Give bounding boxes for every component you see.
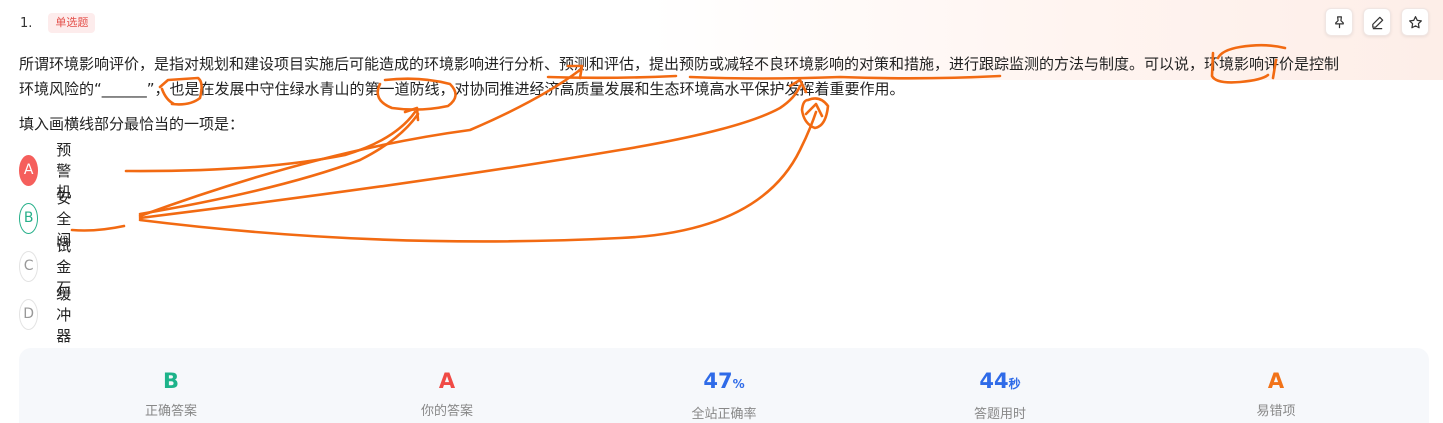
question-prompt: 填入画横线部分最恰当的一项是： xyxy=(19,115,245,133)
your-answer-label: 你的答案 xyxy=(420,404,473,419)
accuracy-value: 47 xyxy=(703,369,733,393)
question-number: 1. xyxy=(20,15,33,31)
accuracy-label: 全站正确率 xyxy=(691,407,757,422)
time-used-value: 44 xyxy=(979,369,1009,393)
option-d-text: 缓冲器 xyxy=(56,284,72,345)
option-b-letter: B xyxy=(19,202,39,234)
option-d[interactable]: D 缓冲器 xyxy=(19,285,83,345)
question-stem: 所谓环境影响评价，是指对规划和建设项目实施后可能造成的环境影响进行分析、预测和评… xyxy=(19,52,1429,102)
favorite-button[interactable] xyxy=(1401,8,1429,36)
option-a-letter: A xyxy=(19,154,39,186)
option-d-letter: D xyxy=(19,298,39,330)
common-wrong-value: A xyxy=(1267,369,1285,393)
edit-icon xyxy=(1371,16,1383,29)
accuracy-unit: % xyxy=(732,377,745,391)
stat-time-used: 44秒 答题用时 xyxy=(880,368,1120,422)
stat-your-answer: A 你的答案 xyxy=(327,368,567,419)
correct-answer-label: 正确答案 xyxy=(144,404,197,419)
edit-note-button[interactable] xyxy=(1363,8,1391,36)
stat-accuracy: 47% 全站正确率 xyxy=(604,368,844,422)
star-icon xyxy=(1408,15,1422,28)
answer-stats-panel: B 正确答案 A 你的答案 47% 全站正确率 44秒 答题用时 A 易错项 xyxy=(19,348,1429,423)
option-c-letter: C xyxy=(19,250,39,282)
stat-correct-answer: B 正确答案 xyxy=(51,368,291,419)
your-answer-value: A xyxy=(438,369,456,393)
question-type-badge: 单选题 xyxy=(48,13,96,33)
time-used-label: 答题用时 xyxy=(973,407,1026,422)
option-c[interactable]: C 试金石 xyxy=(19,237,83,297)
pin-icon xyxy=(1334,15,1344,28)
option-a[interactable]: A 预警机 xyxy=(19,141,83,201)
question-header: 1. 单选题 xyxy=(20,12,96,34)
stat-common-wrong: A 易错项 xyxy=(1156,368,1396,419)
stem-line-1: 所谓环境影响评价，是指对规划和建设项目实施后可能造成的环境影响进行分析、预测和评… xyxy=(19,55,1340,73)
common-wrong-label: 易错项 xyxy=(1256,404,1296,419)
stem-line-2: 环境风险的“______”，也是在发展中守住绿水青山的第一道防线，对协同推进经济… xyxy=(19,80,905,98)
circle-protect xyxy=(800,97,830,130)
question-actions xyxy=(1325,8,1429,36)
option-b[interactable]: B 安全阀 xyxy=(19,189,83,249)
pin-button[interactable] xyxy=(1325,8,1353,36)
correct-answer-value: B xyxy=(162,369,179,393)
time-used-unit: 秒 xyxy=(1008,377,1021,391)
